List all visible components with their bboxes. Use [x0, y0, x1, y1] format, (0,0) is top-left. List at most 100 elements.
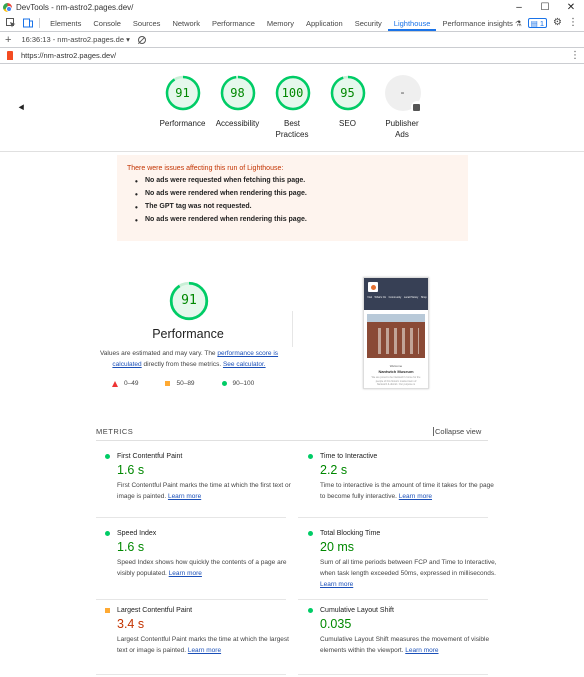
plugin-puzzle-icon — [410, 101, 423, 113]
device-toolbar-icon[interactable] — [22, 15, 36, 31]
metric-row-divider — [96, 599, 286, 600]
maximize-icon[interactable]: ☐ — [532, 0, 558, 15]
perf-desc-text-2: directly from these metrics. — [141, 361, 223, 368]
close-icon[interactable]: ✕ — [558, 0, 584, 15]
gauge-publisher-ads-label: Publisher Ads — [385, 119, 419, 139]
tab-network[interactable]: Network — [166, 15, 206, 31]
header-divider — [0, 151, 584, 152]
tab-security[interactable]: Security — [349, 15, 388, 31]
tab-memory[interactable]: Memory — [261, 15, 300, 31]
metric-first-contentful-paint: First Contentful Paint 1.6 s First Conte… — [105, 453, 297, 502]
metrics-heading: METRICS — [96, 427, 134, 436]
clear-icon[interactable] — [137, 35, 146, 44]
see-calculator-link[interactable]: See calculator. — [223, 361, 266, 368]
average-square-icon — [105, 608, 110, 613]
museum-building-image — [367, 314, 425, 358]
metric-description: Time to interactive is the amount of tim… — [320, 480, 500, 502]
report-menu-icon[interactable]: ⋮ — [570, 50, 580, 61]
mouse-cursor-icon — [18, 104, 27, 112]
issues-badge[interactable]: ▤ 1 — [527, 18, 548, 28]
screenshot-welcome: Welcome — [389, 364, 403, 368]
metric-value: 2.2 s — [320, 463, 348, 477]
legend-average-range: 50–89 — [176, 380, 195, 387]
fail-triangle-icon — [112, 380, 118, 387]
gauge-accessibility[interactable]: 98 Accessibility — [210, 75, 265, 140]
report-url-bar: https://nm-astro2.pages.dev/ ⋮ — [0, 48, 584, 64]
performance-title: Performance — [152, 327, 224, 341]
issues-count: 1 — [539, 18, 545, 28]
gauge-performance-score: 91 — [175, 86, 190, 100]
final-screenshot-thumbnail[interactable]: Visit What's On Community Local History … — [363, 277, 429, 389]
gauge-publisher-ads[interactable]: - Publisher Ads — [375, 75, 430, 140]
metric-description: Sum of all time periods between FCP and … — [320, 557, 500, 590]
minimize-icon[interactable]: – — [506, 0, 532, 15]
section-vertical-divider — [292, 311, 293, 347]
tabbar-separator — [39, 18, 41, 28]
metric-description: Largest Contentful Paint marks the time … — [117, 634, 297, 656]
metric-value: 1.6 s — [117, 540, 145, 554]
gauge-accessibility-score: 98 — [230, 86, 245, 100]
metrics-divider — [96, 440, 488, 441]
metric-description-text: Sum of all time periods between FCP and … — [320, 559, 497, 577]
tab-application[interactable]: Application — [300, 15, 349, 31]
metric-description: First Contentful Paint marks the time at… — [117, 480, 297, 502]
screenshot-nav-item: Community — [388, 296, 402, 299]
score-legend: 0–49 50–89 90–100 — [112, 380, 282, 387]
screenshot-nav-item: What's On — [374, 296, 387, 299]
metric-row-divider — [96, 674, 286, 675]
gauge-seo[interactable]: 95 SEO — [320, 75, 375, 140]
warnings-list: No ads were requested when fetching this… — [127, 177, 458, 225]
lighthouse-report: 91 Performance 98 Accessibility 100 Best… — [0, 65, 584, 677]
metric-value: 0.035 — [320, 617, 352, 631]
collapse-view-button[interactable]: Collapse view — [433, 427, 481, 436]
gauge-performance[interactable]: 91 Performance — [155, 75, 210, 140]
pass-circle-icon — [105, 454, 110, 459]
inspect-element-icon[interactable] — [4, 15, 18, 31]
learn-more-link[interactable]: Learn more — [188, 647, 221, 654]
issues-icon: ▤ — [530, 18, 538, 28]
tab-performance[interactable]: Performance — [206, 15, 261, 31]
learn-more-link[interactable]: Learn more — [320, 581, 353, 588]
metric-row-divider — [298, 674, 488, 675]
settings-gear-icon[interactable]: ⚙ — [553, 18, 562, 28]
gauge-best-practices[interactable]: 100 Best Practices — [265, 75, 320, 140]
gauge-seo-score: 95 — [340, 86, 355, 100]
report-selector[interactable]: 16:36:13 - nm-astro2.pages.de ▾ — [21, 35, 129, 44]
metric-total-blocking-time: Total Blocking Time 20 ms Sum of all tim… — [308, 530, 500, 590]
warnings-heading: There were issues affecting this run of … — [127, 165, 284, 172]
gauge-accessibility-label: Accessibility — [215, 119, 260, 128]
tab-elements[interactable]: Elements — [44, 15, 87, 31]
metric-name: Cumulative Layout Shift — [320, 607, 394, 614]
more-options-icon[interactable]: ⋮ — [568, 18, 578, 28]
pass-circle-icon — [221, 381, 227, 386]
new-report-icon[interactable]: + — [5, 34, 11, 46]
legend-pass-range: 90–100 — [232, 380, 255, 387]
learn-more-link[interactable]: Learn more — [169, 570, 202, 577]
tab-performance-insights[interactable]: Performance insights ⚗ — [436, 15, 527, 31]
screenshot-nav-item: Local History — [403, 296, 419, 299]
learn-more-link[interactable]: Learn more — [399, 493, 432, 500]
report-selector-label: 16:36:13 - nm-astro2.pages.de — [21, 35, 125, 44]
metric-value: 1.6 s — [117, 463, 145, 477]
learn-more-link[interactable]: Learn more — [168, 493, 201, 500]
tab-lighthouse[interactable]: Lighthouse — [387, 15, 437, 31]
screenshot-nav-item: Shop — [420, 296, 427, 299]
tab-console[interactable]: Console — [87, 15, 127, 31]
performance-description: Values are estimated and may vary. The p… — [96, 348, 282, 370]
metric-value: 3.4 s — [117, 617, 145, 631]
screenshot-nav: Visit What's On Community Local History … — [366, 296, 428, 299]
metric-value: 20 ms — [320, 540, 355, 554]
report-url[interactable]: https://nm-astro2.pages.dev/ — [21, 51, 116, 60]
chrome-icon — [3, 3, 12, 12]
tab-sources[interactable]: Sources — [127, 15, 167, 31]
warning-item: No ads were rendered when rendering this… — [135, 216, 458, 225]
learn-more-link[interactable]: Learn more — [405, 647, 438, 654]
metric-row-divider — [298, 517, 488, 518]
metric-name: Time to Interactive — [320, 453, 378, 460]
metric-description-text: First Contentful Paint marks the time at… — [117, 482, 291, 500]
metric-row-divider — [298, 599, 488, 600]
performance-main-gauge: 91 — [169, 281, 209, 321]
screenshot-header: Visit What's On Community Local History … — [364, 278, 428, 310]
run-warnings-box: There were issues affecting this run of … — [117, 155, 468, 241]
metric-time-to-interactive: Time to Interactive 2.2 s Time to intera… — [308, 453, 500, 502]
